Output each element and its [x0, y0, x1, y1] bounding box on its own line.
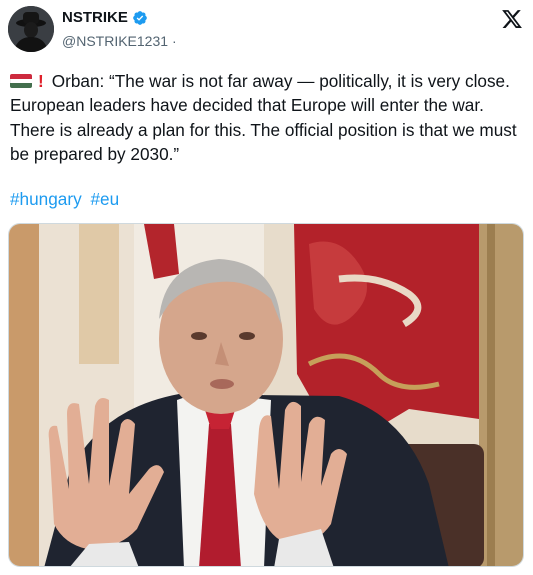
tweet-media-photo[interactable] — [8, 223, 524, 567]
hashtag-list: #hungary #eu — [10, 189, 123, 210]
hungary-flag-emoji — [10, 74, 32, 88]
avatar-image — [8, 6, 54, 52]
tweet-body: Orban: “The war is not far away — politi… — [10, 71, 517, 164]
avatar[interactable] — [8, 6, 54, 52]
separator-dot: · — [172, 33, 177, 49]
x-logo-icon[interactable] — [501, 8, 523, 30]
hashtag-link[interactable]: #hungary — [10, 189, 82, 209]
photo-illustration — [9, 224, 523, 566]
author-display-name[interactable]: NSTRIKE — [62, 9, 128, 26]
author-name-row: NSTRIKE — [62, 9, 148, 26]
tweet-text: ! Orban: “The war is not far away — polit… — [10, 69, 525, 166]
hashtag-link[interactable]: #eu — [90, 189, 119, 209]
author-handle-row: @NSTRIKE1231 · — [62, 33, 181, 49]
red-exclamation-emoji: ! — [38, 71, 44, 91]
author-handle[interactable]: @NSTRIKE1231 — [62, 33, 168, 49]
verified-badge-icon — [133, 10, 147, 25]
tweet-card[interactable]: NSTRIKE @NSTRIKE1231 · ! Orban: “The war i… — [0, 0, 533, 575]
